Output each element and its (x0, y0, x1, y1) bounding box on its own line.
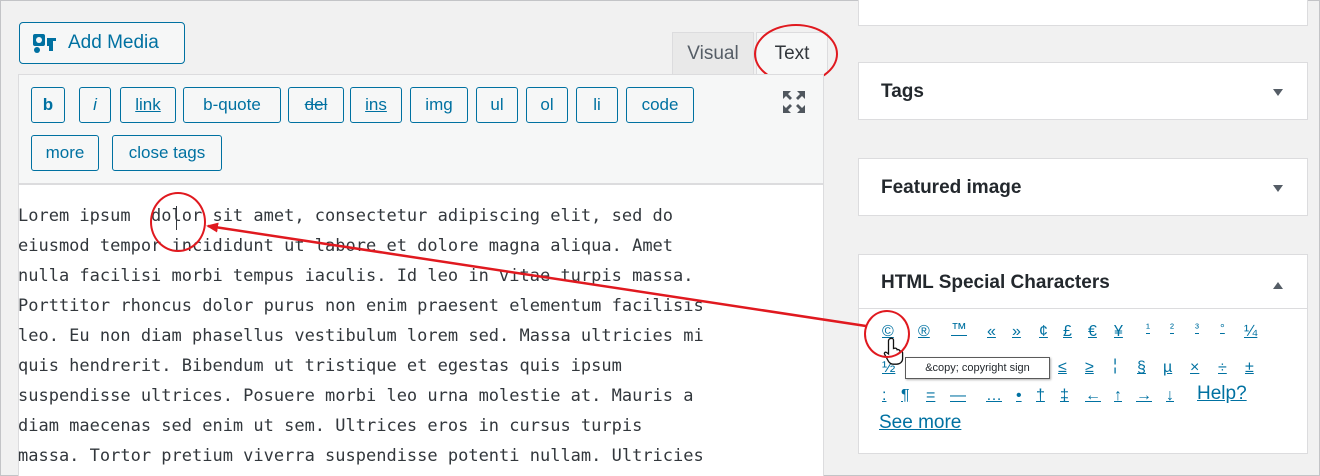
char-down-arrow[interactable]: ↓ (1166, 388, 1174, 404)
char-sup2[interactable]: ² (1170, 322, 1174, 334)
char-brvbar[interactable]: ¦ (1113, 358, 1117, 374)
add-media-button[interactable]: Add Media (19, 22, 185, 64)
content-line: nulla facilisi morbi tempus iaculis. Id … (18, 266, 694, 286)
char-dagger[interactable]: † (1036, 388, 1045, 404)
char-right-arrow[interactable]: → (1136, 388, 1152, 404)
char-up-arrow[interactable]: ↑ (1114, 388, 1122, 404)
char-registered[interactable]: ® (918, 324, 930, 340)
chevron-up-icon[interactable] (1273, 282, 1283, 289)
featured-image-title: Featured image (881, 177, 1022, 198)
char-double-dagger[interactable]: ‡ (1060, 388, 1069, 404)
tab-visual[interactable]: Visual (672, 32, 754, 74)
char-laquo[interactable]: « (987, 324, 996, 340)
char-left-arrow[interactable]: ← (1085, 388, 1101, 404)
char-le[interactable]: ≤ (1058, 360, 1067, 376)
content-line: diam maecenas sed enim ut sem. Ultrices … (18, 416, 643, 436)
content-line: eiusmod tempor incididunt ut labore et d… (18, 236, 674, 256)
fullscreen-icon[interactable] (780, 88, 808, 116)
char-degree[interactable]: ° (1220, 322, 1225, 334)
char-plusminus[interactable]: ± (1245, 360, 1254, 376)
content-line: leo. Eu non diam phasellus vestibulum lo… (18, 326, 704, 346)
copyright-highlight-circle (864, 310, 910, 358)
tags-box[interactable]: Tags (858, 62, 1308, 120)
char-mdash[interactable]: — (950, 388, 966, 404)
char-times[interactable]: × (1190, 360, 1199, 376)
categories-box-partial (858, 0, 1308, 26)
copyright-tooltip: &copy; copyright sign (905, 357, 1050, 379)
quicktag-li-button[interactable]: li (576, 87, 618, 123)
char-ge[interactable]: ≥ (1085, 360, 1094, 376)
help-link[interactable]: Help? (1197, 383, 1247, 405)
char-one-quarter[interactable]: ¼ (1244, 324, 1257, 340)
char-raquo[interactable]: » (1012, 324, 1021, 340)
quicktag-close-tags-button[interactable]: close tags (112, 135, 222, 171)
char-pound[interactable]: £ (1063, 324, 1072, 340)
char-cent[interactable]: ¢ (1039, 324, 1048, 340)
char-divide[interactable]: ÷ (1218, 360, 1227, 376)
char-yen[interactable]: ¥ (1114, 324, 1123, 340)
see-more-link[interactable]: See more (879, 412, 961, 434)
chevron-down-icon[interactable] (1273, 89, 1283, 96)
box-divider (859, 308, 1307, 309)
quicktag-ins-button[interactable]: ins (350, 87, 402, 123)
char-colon[interactable]: : (882, 388, 886, 404)
cursor-highlight-circle (150, 192, 206, 252)
char-euro[interactable]: € (1088, 324, 1097, 340)
char-bullet[interactable]: • (1016, 388, 1022, 404)
media-icon (33, 34, 56, 53)
char-sup1[interactable]: ¹ (1146, 322, 1150, 334)
char-hellip[interactable]: … (986, 388, 1002, 404)
quicktag-bquote-button[interactable]: b-quote (183, 87, 281, 123)
quicktag-ol-button[interactable]: ol (526, 87, 568, 123)
content-line: massa. Tortor pretium viverra suspendiss… (18, 446, 704, 466)
tags-title: Tags (881, 81, 924, 102)
quicktag-ul-button[interactable]: ul (476, 87, 518, 123)
char-trademark[interactable]: ™ (951, 322, 967, 338)
content-line: suspendisse ultrices. Posuere morbi leo … (18, 386, 694, 406)
char-sup3[interactable]: ³ (1195, 322, 1199, 334)
quicktag-italic-button[interactable]: i (79, 87, 111, 123)
content-line: Lorem ipsum dolor sit amet, consectetur … (18, 206, 674, 226)
content-line: quis hendrerit. Bibendum ut tristique et… (18, 356, 622, 376)
chevron-down-icon[interactable] (1273, 185, 1283, 192)
char-pilcrow[interactable]: ¶ (901, 388, 910, 404)
char-equals[interactable]: = (926, 388, 935, 404)
quicktag-more-button[interactable]: more (31, 135, 99, 171)
featured-image-box[interactable]: Featured image (858, 158, 1308, 216)
char-section[interactable]: § (1137, 360, 1146, 376)
quicktag-bold-button[interactable]: b (31, 87, 65, 123)
content-line: Porttitor rhoncus dolor purus non enim p… (18, 296, 704, 316)
special-chars-title: HTML Special Characters (881, 272, 1110, 293)
quicktag-code-button[interactable]: code (626, 87, 694, 123)
quicktag-img-button[interactable]: img (410, 87, 468, 123)
quicktag-link-button[interactable]: link (120, 87, 176, 123)
char-micro[interactable]: µ (1163, 360, 1172, 376)
add-media-label: Add Media (68, 32, 159, 53)
quicktag-del-button[interactable]: del (288, 87, 344, 123)
